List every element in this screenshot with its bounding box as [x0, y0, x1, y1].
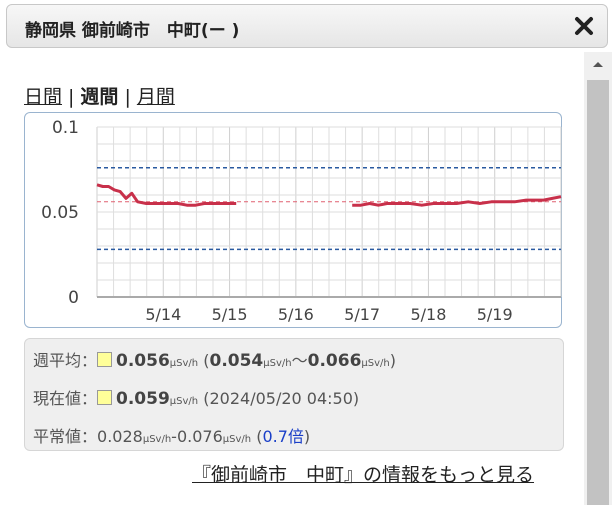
weekly-average-label: 週平均：	[33, 351, 98, 370]
radiation-chart: 0.1 0.05 0 5/14 5/15 5/16 5/17 5/18 5/19	[24, 112, 562, 328]
stats-panel: 週平均： 0.056µSv/h (0.054µSv/h〜0.066µSv/h) 現…	[24, 338, 564, 451]
x-tick-label: 5/14	[145, 305, 181, 324]
current-value: 0.059	[116, 389, 170, 409]
series-line	[352, 195, 562, 207]
info-dialog: 静岡県 御前崎市 中町(ー ) 日間 | 週間 | 月間 0.1 0.05 0 5/14 5/1…	[0, 0, 612, 505]
paren-close: )	[389, 351, 396, 370]
y-tick-label: 0	[68, 288, 79, 308]
tab-monthly[interactable]: 月間	[137, 86, 175, 108]
more-info-link[interactable]: 『御前崎市 中町』の情報をもっと見る	[192, 460, 534, 487]
dialog-title: 静岡県 御前崎市 中町(ー )	[25, 21, 240, 41]
dialog-titlebar: 静岡県 御前崎市 中町(ー )	[6, 4, 608, 48]
x-tick-label: 5/15	[212, 305, 248, 324]
tab-daily[interactable]: 日間	[24, 86, 62, 108]
close-button[interactable]	[571, 13, 597, 39]
current-timestamp: (2024/05/20 04:50)	[203, 389, 360, 408]
tab-separator: |	[124, 86, 131, 108]
x-tick-label: 5/16	[278, 305, 314, 324]
range-tilde: 〜	[291, 351, 308, 370]
scroll-thumb[interactable]	[587, 80, 609, 505]
vertical-scrollbar[interactable]	[584, 52, 612, 505]
current-value-label: 現在値：	[33, 389, 98, 408]
unit-label: µSv/h	[169, 358, 199, 369]
chart-svg: 0.1 0.05 0 5/14 5/15 5/16 5/17 5/18 5/19	[41, 118, 562, 324]
x-tick-label: 5/19	[477, 305, 513, 324]
y-tick-label: 0.1	[52, 118, 79, 138]
weekly-max-value: 0.066	[307, 351, 362, 371]
scroll-up-button[interactable]	[584, 52, 612, 76]
weekly-average-value: 0.056	[116, 351, 170, 371]
chevron-up-icon	[593, 62, 603, 67]
dialog-content: 日間 | 週間 | 月間 0.1 0.05 0 5/14 5/15 5/16 5/17 5/18 5/1…	[0, 52, 584, 505]
paren-close: )	[303, 427, 311, 446]
weekly-average-row: 週平均： 0.056µSv/h (0.054µSv/h〜0.066µSv/h)	[33, 347, 396, 371]
normal-range-row: 平常値：0.028µSv/h-0.076µSv/h (0.7倍)	[33, 423, 310, 447]
unit-label: µSv/h	[142, 434, 172, 445]
tab-weekly[interactable]: 週間	[80, 86, 118, 108]
ratio-value: 0.7倍	[262, 427, 304, 446]
unit-label: µSv/h	[361, 358, 390, 369]
x-tick-label: 5/17	[344, 305, 380, 324]
y-tick-label: 0.05	[41, 203, 79, 223]
close-icon	[575, 17, 593, 35]
tab-separator: |	[68, 86, 75, 108]
color-swatch	[97, 352, 113, 367]
unit-label: µSv/h	[169, 396, 199, 407]
normal-high-value: 0.076	[176, 427, 223, 446]
unit-label: µSv/h	[263, 358, 292, 369]
normal-low-value: 0.028	[97, 427, 143, 446]
unit-label: µSv/h	[222, 434, 252, 445]
x-tick-label: 5/18	[410, 305, 446, 324]
color-swatch	[97, 390, 113, 405]
normal-range-label: 平常値：	[33, 427, 98, 446]
weekly-min-value: 0.054	[209, 351, 264, 371]
current-value-row: 現在値： 0.059µSv/h (2024/05/20 04:50)	[33, 385, 359, 409]
period-tabs: 日間 | 週間 | 月間	[24, 82, 175, 109]
